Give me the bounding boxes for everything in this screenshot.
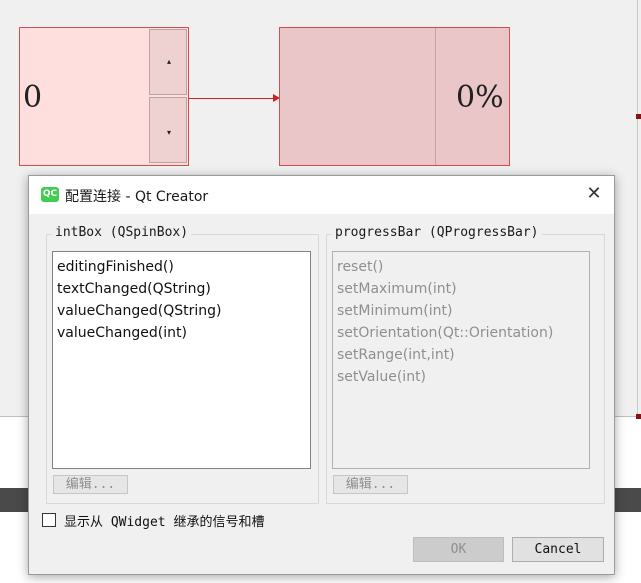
signals-list[interactable]: editingFinished() textChanged(QString) v… xyxy=(52,251,311,469)
arrow-down-icon: ▾ xyxy=(166,128,171,137)
arrow-up-icon: ▴ xyxy=(166,57,171,66)
spinbox-value: 0 xyxy=(23,80,43,115)
sender-signals-group: intBox (QSpinBox) editingFinished() text… xyxy=(46,225,319,504)
dialog-titlebar[interactable]: QC 配置连接 - Qt Creator ✕ xyxy=(29,176,614,214)
list-item[interactable]: valueChanged(QString) xyxy=(57,300,310,322)
list-item[interactable]: setMinimum(int) xyxy=(337,300,589,322)
spinbox-widget[interactable]: 0 ▴ ▾ xyxy=(19,27,189,166)
dialog-title: 配置连接 - Qt Creator xyxy=(65,189,209,205)
list-item[interactable]: reset() xyxy=(337,256,589,278)
list-item[interactable]: setMaximum(int) xyxy=(337,278,589,300)
cancel-button[interactable]: Cancel xyxy=(512,537,604,562)
list-item[interactable]: setValue(int) xyxy=(337,366,589,388)
ok-button[interactable]: OK xyxy=(413,537,504,562)
edit-signals-button[interactable]: 编辑... xyxy=(53,475,128,494)
list-item[interactable]: textChanged(QString) xyxy=(57,278,310,300)
progressbar-divider xyxy=(435,28,436,165)
list-item[interactable]: editingFinished() xyxy=(57,256,310,278)
slots-list[interactable]: reset() setMaximum(int) setMinimum(int) … xyxy=(332,251,590,469)
close-icon[interactable]: ✕ xyxy=(582,182,606,206)
progressbar-text: 0% xyxy=(456,80,504,115)
canvas-border xyxy=(637,0,638,418)
receiver-group-title: progressBar (QProgressBar) xyxy=(332,225,542,240)
list-item[interactable]: setOrientation(Qt::Orientation) xyxy=(337,322,589,344)
show-inherited-checkbox[interactable] xyxy=(42,513,56,527)
configure-connection-dialog: QC 配置连接 - Qt Creator ✕ intBox (QSpinBox)… xyxy=(28,175,615,575)
show-inherited-label: 显示从 QWidget 继承的信号和槽 xyxy=(64,515,265,530)
receiver-slots-group: progressBar (QProgressBar) reset() setMa… xyxy=(326,225,605,504)
spinbox-up-button[interactable]: ▴ xyxy=(149,29,187,95)
list-item[interactable]: valueChanged(int) xyxy=(57,322,310,344)
selection-handle[interactable] xyxy=(636,414,641,419)
list-item[interactable]: setRange(int,int) xyxy=(337,344,589,366)
sender-group-title: intBox (QSpinBox) xyxy=(52,225,192,240)
selection-handle[interactable] xyxy=(636,114,641,119)
progressbar-widget[interactable]: 0% xyxy=(279,27,510,166)
edit-slots-button[interactable]: 编辑... xyxy=(333,475,408,494)
connection-line xyxy=(189,98,275,99)
spinbox-down-button[interactable]: ▾ xyxy=(149,97,187,163)
qt-creator-logo-icon: QC xyxy=(41,187,59,202)
